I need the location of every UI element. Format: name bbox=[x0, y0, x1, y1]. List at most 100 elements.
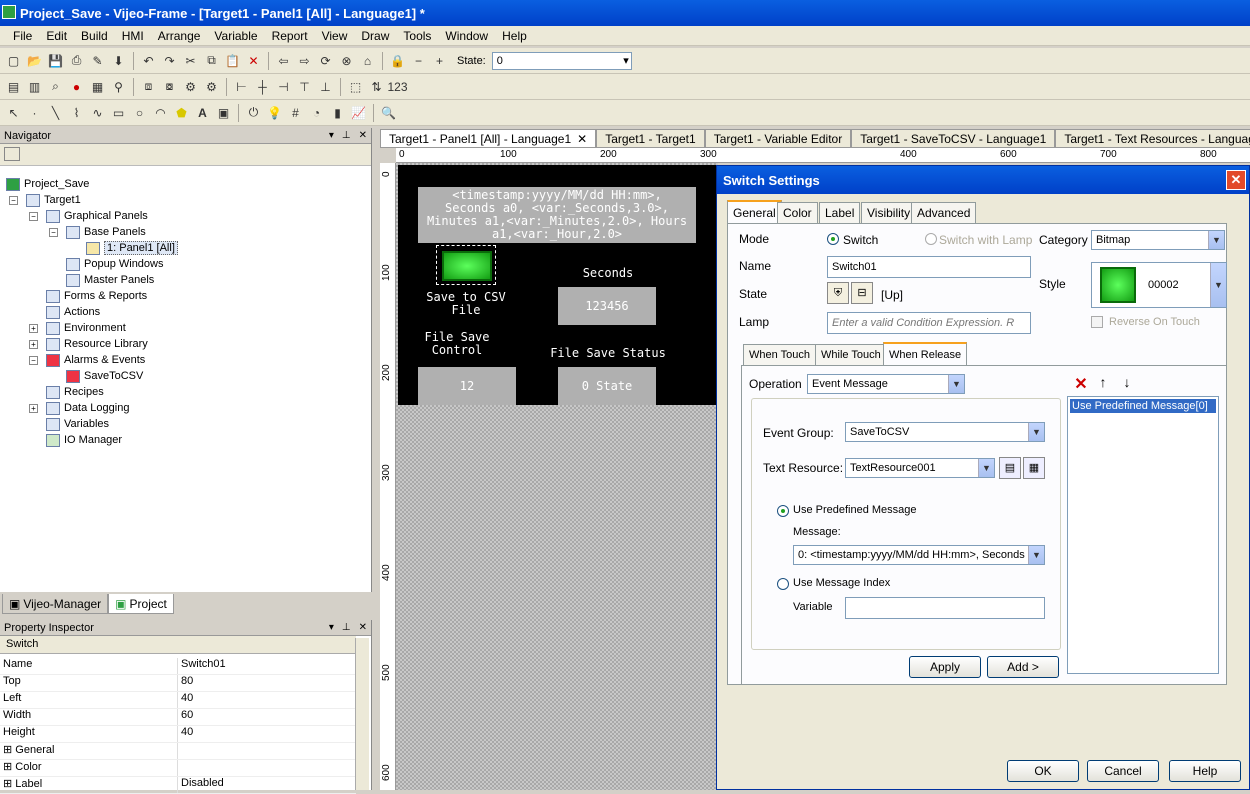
property-row[interactable]: Height 40 bbox=[0, 726, 356, 743]
binoculars-icon[interactable]: ⚲ bbox=[109, 77, 128, 96]
align-bottom-icon[interactable]: ⊥ bbox=[316, 77, 335, 96]
menu-build[interactable]: Build bbox=[74, 29, 115, 43]
tab-color[interactable]: Color bbox=[777, 202, 818, 223]
property-row[interactable]: Left 40 bbox=[0, 692, 356, 709]
close-icon[interactable]: ✕ bbox=[359, 622, 367, 633]
layer-front-icon[interactable]: ⧈ bbox=[139, 77, 158, 96]
tab-advanced[interactable]: Advanced bbox=[911, 202, 977, 223]
home-icon[interactable]: ⌂ bbox=[358, 51, 377, 70]
tree-item-target1[interactable]: Target1 bbox=[26, 192, 81, 208]
expand-icon[interactable]: + bbox=[29, 340, 38, 349]
group-icon[interactable]: ⚙ bbox=[181, 77, 200, 96]
tab-project[interactable]: ▣ Project bbox=[108, 594, 174, 614]
tab-panel1[interactable]: Target1 - Panel1 [All] - Language1 ✕ bbox=[380, 129, 597, 148]
message-select[interactable]: 0: <timestamp:yyyy/MM/dd HH:mm>, Seconds… bbox=[793, 545, 1045, 565]
dropdown-icon[interactable]: ▾ bbox=[329, 622, 334, 633]
lamp-condition-field[interactable]: Enter a valid Condition Expression. R bbox=[827, 312, 1031, 334]
report-icon[interactable]: ▥ bbox=[25, 77, 44, 96]
collapse-icon[interactable]: − bbox=[49, 228, 58, 237]
align-top-icon[interactable]: ⊤ bbox=[295, 77, 314, 96]
tab-when-release[interactable]: When Release bbox=[883, 342, 968, 365]
minus-icon[interactable]: − bbox=[409, 51, 428, 70]
trend-icon[interactable]: 📈 bbox=[349, 103, 368, 122]
tree-item-master-panels[interactable]: Master Panels bbox=[66, 272, 154, 288]
forward-icon[interactable]: ⇨ bbox=[295, 51, 314, 70]
tree-item-alarms-events[interactable]: Alarms & Events bbox=[46, 352, 145, 368]
help-button[interactable]: Help bbox=[1169, 760, 1241, 782]
close-icon[interactable]: ✕ bbox=[1226, 170, 1246, 190]
use-predefined-radio[interactable] bbox=[777, 505, 789, 517]
stop-icon[interactable]: ⊗ bbox=[337, 51, 356, 70]
tab-general[interactable]: General bbox=[727, 200, 782, 223]
zoom-icon[interactable]: ⌕ bbox=[46, 77, 65, 96]
delete-icon[interactable]: ✕ bbox=[244, 51, 263, 70]
menu-draw[interactable]: Draw bbox=[354, 29, 396, 43]
pointer-icon[interactable]: ↖ bbox=[4, 103, 23, 122]
collapse-icon[interactable]: − bbox=[29, 356, 38, 365]
hmi-panel[interactable]: <timestamp:yyyy/MM/dd HH:mm>, Seconds a0… bbox=[398, 165, 718, 405]
property-row[interactable]: ⊞ Label Disabled bbox=[0, 777, 356, 794]
property-row[interactable]: ⊞ Color bbox=[0, 760, 356, 777]
tab-vijeo-manager[interactable]: ▣ Vijeo-Manager bbox=[2, 594, 109, 614]
expand-icon[interactable]: ⊞ bbox=[3, 761, 15, 773]
tree-item-io-manager[interactable]: IO Manager bbox=[46, 432, 122, 448]
text-resource-new-icon[interactable]: ▦ bbox=[1023, 457, 1045, 479]
align-center-icon[interactable]: ┼ bbox=[253, 77, 272, 96]
download-icon[interactable]: ⬇ bbox=[109, 51, 128, 70]
menu-help[interactable]: Help bbox=[495, 29, 534, 43]
tab-variable-editor[interactable]: Target1 - Variable Editor bbox=[704, 129, 852, 148]
tree-item-panel1[interactable]: 1: Panel1 [All] bbox=[86, 240, 178, 256]
paste-icon[interactable]: 📋 bbox=[223, 51, 242, 70]
menu-arrange[interactable]: Arrange bbox=[151, 29, 208, 43]
tab-when-touch[interactable]: When Touch bbox=[743, 344, 816, 365]
panel-icon[interactable]: ▤ bbox=[4, 77, 23, 96]
style-select[interactable]: 00002 ▼ bbox=[1091, 262, 1227, 308]
tree-item-actions[interactable]: Actions bbox=[46, 304, 100, 320]
bar-graph-icon[interactable]: ▮ bbox=[328, 103, 347, 122]
expand-icon[interactable]: ⊞ bbox=[3, 778, 15, 790]
new-icon[interactable]: ▢ bbox=[4, 51, 23, 70]
property-scrollbar[interactable] bbox=[355, 638, 369, 790]
state-up-icon[interactable]: ⛨ bbox=[827, 282, 849, 304]
tab-target1[interactable]: Target1 - Target1 bbox=[596, 129, 705, 148]
collapse-icon[interactable]: − bbox=[9, 196, 18, 205]
message-display[interactable]: <timestamp:yyyy/MM/dd HH:mm>, Seconds a0… bbox=[418, 187, 696, 243]
cut-icon[interactable]: ✂ bbox=[181, 51, 200, 70]
refresh-icon[interactable]: ⟳ bbox=[316, 51, 335, 70]
variable-field[interactable] bbox=[845, 597, 1045, 619]
tab-label[interactable]: Label bbox=[819, 202, 861, 223]
green-switch-button[interactable] bbox=[442, 251, 492, 281]
redo-icon[interactable]: ↷ bbox=[160, 51, 179, 70]
layer-back-icon[interactable]: ⧇ bbox=[160, 77, 179, 96]
tree-item-base-panels[interactable]: Base Panels bbox=[66, 224, 146, 240]
add-button[interactable]: Add > bbox=[987, 656, 1059, 678]
delete-icon[interactable]: ✕ bbox=[1071, 374, 1091, 394]
list-item[interactable]: Use Predefined Message[0] bbox=[1070, 399, 1216, 413]
expand-icon[interactable]: + bbox=[29, 324, 38, 333]
apply-button[interactable]: Apply bbox=[909, 656, 981, 678]
numeric-display-icon[interactable]: # bbox=[286, 103, 305, 122]
tree-item-popup-windows[interactable]: Popup Windows bbox=[66, 256, 164, 272]
select-mode-icon[interactable]: ⬚ bbox=[346, 77, 365, 96]
counter-icon[interactable]: 123 bbox=[387, 77, 407, 96]
ok-button[interactable]: OK bbox=[1007, 760, 1079, 782]
lamp-icon[interactable]: 💡 bbox=[265, 103, 284, 122]
mode-switch-radio[interactable] bbox=[827, 233, 839, 245]
tab-savetocsv[interactable]: Target1 - SaveToCSV - Language1 bbox=[851, 129, 1056, 148]
back-icon[interactable]: ⇦ bbox=[274, 51, 293, 70]
alarm-icon[interactable]: ● bbox=[67, 77, 86, 96]
switch-selection[interactable] bbox=[436, 245, 496, 285]
dropdown-icon[interactable]: ▾ bbox=[329, 130, 334, 141]
menu-file[interactable]: File bbox=[6, 29, 39, 43]
curve-icon[interactable]: ∿ bbox=[88, 103, 107, 122]
lock-icon[interactable]: 🔒 bbox=[388, 51, 407, 70]
pin-icon[interactable]: ⊥ bbox=[342, 622, 351, 633]
copy-icon[interactable]: ⧉ bbox=[202, 51, 221, 70]
seconds-display[interactable]: 123456 bbox=[558, 287, 656, 325]
ungroup-icon[interactable]: ⚙ bbox=[202, 77, 221, 96]
menu-view[interactable]: View bbox=[315, 29, 355, 43]
ordering-icon[interactable]: ⇅ bbox=[367, 77, 386, 96]
state-down-icon[interactable]: ⊟ bbox=[851, 282, 873, 304]
tree-item-environment[interactable]: Environment bbox=[46, 320, 126, 336]
menu-report[interactable]: Report bbox=[265, 29, 315, 43]
